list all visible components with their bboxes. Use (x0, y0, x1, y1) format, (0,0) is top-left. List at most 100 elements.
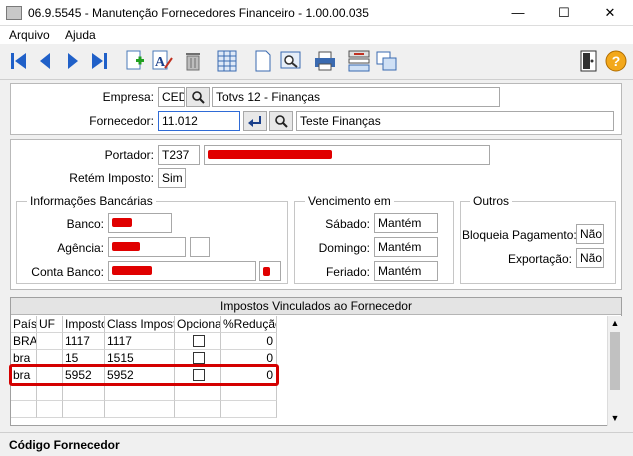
agencia-digit-field[interactable] (190, 237, 210, 257)
empty-cell[interactable] (11, 401, 37, 418)
fornecedor-code-field[interactable]: 11.012 (158, 111, 240, 131)
domingo-label: Domingo: (318, 241, 370, 255)
conta-digit-field[interactable] (259, 261, 281, 281)
sabado-field[interactable]: Mantém (374, 213, 438, 233)
exportacao-field[interactable]: Não (576, 248, 604, 268)
help-icon-label: ? (612, 53, 621, 69)
last-record-icon[interactable] (88, 50, 110, 72)
empty-cell[interactable] (37, 384, 63, 401)
search-icon (275, 115, 288, 128)
exportacao-label: Exportação: (507, 252, 572, 266)
retem-imposto-field[interactable]: Sim (158, 168, 186, 188)
column-header-opcional[interactable]: Opcional (175, 316, 221, 333)
fornecedor-search-button[interactable] (269, 111, 293, 131)
redaction-mark (112, 242, 140, 251)
minimize-button[interactable]: — (495, 0, 541, 26)
opcional-checkbox[interactable] (192, 335, 205, 347)
bloqueia-pagamento-field[interactable]: Não (576, 224, 604, 244)
feriado-field[interactable]: Mantém (374, 261, 438, 281)
new-record-icon[interactable] (124, 50, 146, 72)
empty-cell[interactable] (175, 401, 221, 418)
impostos-grid: Impostos Vinculados ao Fornecedor País U… (9, 297, 622, 426)
close-button[interactable]: ✕ (587, 0, 633, 26)
column-header-pais[interactable]: País (11, 316, 37, 333)
agencia-label: Agência: (57, 241, 104, 255)
search-icon (192, 91, 205, 104)
print-icon[interactable] (314, 50, 336, 72)
redaction-mark (208, 150, 332, 159)
banco-label: Banco: (66, 217, 104, 231)
copy-icon[interactable] (376, 50, 398, 72)
search-zoom-icon[interactable] (280, 50, 302, 72)
empty-cell[interactable] (105, 384, 175, 401)
first-record-icon[interactable] (8, 50, 30, 72)
bancarias-title: Informações Bancárias (27, 194, 156, 208)
cell-pais[interactable]: BRA (11, 333, 37, 350)
column-header-imposto[interactable]: Imposto (63, 316, 105, 333)
edit-text-icon[interactable]: A (152, 50, 174, 72)
scroll-up-icon[interactable]: ▲ (608, 316, 622, 330)
window-title: 06.9.5545 - Manutenção Fornecedores Fina… (28, 6, 369, 20)
redaction-mark (263, 267, 270, 276)
cell-opcional[interactable] (175, 333, 221, 350)
outros-title: Outros (470, 194, 513, 208)
menu-arquivo[interactable]: Arquivo (9, 28, 50, 42)
empty-cell[interactable] (221, 401, 277, 418)
empresa-search-button[interactable] (186, 87, 210, 107)
sabado-label: Sábado: (325, 217, 370, 231)
menu-bar: Arquivo Ajuda (0, 26, 633, 44)
next-record-icon[interactable] (62, 50, 84, 72)
portador-code-field[interactable]: T237 (158, 145, 200, 165)
cell-reducao[interactable]: 0 (221, 333, 277, 350)
redaction-mark (112, 218, 132, 227)
agencia-field[interactable] (108, 237, 186, 257)
status-bar: Código Fornecedor (0, 432, 633, 456)
menu-ajuda[interactable]: Ajuda (65, 28, 96, 42)
compare-icon[interactable] (348, 50, 370, 72)
conta-banco-field[interactable] (108, 261, 256, 281)
fornecedor-label: Fornecedor: (89, 114, 154, 128)
cell-class-imposto[interactable]: 1117 (105, 333, 175, 350)
redaction-mark (112, 266, 152, 275)
fornecedor-name-field: Teste Finanças (296, 111, 614, 131)
exit-door-icon[interactable] (578, 50, 600, 72)
fornecedor-enter-button[interactable] (243, 111, 267, 131)
feriado-label: Feriado: (325, 265, 370, 279)
app-icon (6, 6, 22, 20)
svg-text:A: A (155, 55, 166, 70)
column-header-uf[interactable]: UF (37, 316, 63, 333)
column-header-class-imposto[interactable]: Class Imposto (105, 316, 175, 333)
domingo-field[interactable]: Mantém (374, 237, 438, 257)
title-bar: 06.9.5545 - Manutenção Fornecedores Fina… (0, 0, 633, 26)
grid-scrollbar[interactable]: ▲ ▼ (607, 316, 622, 426)
delete-icon[interactable] (182, 50, 204, 72)
empty-cell[interactable] (221, 384, 277, 401)
help-icon[interactable]: ? (605, 50, 627, 72)
vencimento-title: Vencimento em (305, 194, 394, 208)
portador-label: Portador: (104, 148, 154, 162)
cell-imposto[interactable]: 1117 (63, 333, 105, 350)
empresa-code-field[interactable]: CED (158, 87, 185, 107)
empty-cell[interactable] (63, 401, 105, 418)
conta-banco-label: Conta Banco: (31, 265, 104, 279)
document-icon[interactable] (252, 50, 274, 72)
grid-title: Impostos Vinculados ao Fornecedor (11, 298, 621, 315)
empty-cell[interactable] (11, 384, 37, 401)
column-header-reducao[interactable]: %Redução (221, 316, 277, 333)
list-icon[interactable] (216, 50, 238, 72)
maximize-button[interactable]: ☐ (541, 0, 587, 26)
empty-cell[interactable] (37, 401, 63, 418)
enter-arrow-icon (248, 116, 261, 127)
row-highlight-box (9, 364, 279, 386)
empty-cell[interactable] (105, 401, 175, 418)
empty-cell[interactable] (63, 384, 105, 401)
toolbar: A ? (0, 44, 633, 80)
cell-uf[interactable] (37, 333, 63, 350)
opcional-checkbox[interactable] (192, 352, 205, 364)
scroll-thumb[interactable] (610, 332, 620, 390)
previous-record-icon[interactable] (34, 50, 56, 72)
portador-name-field (204, 145, 490, 165)
banco-field[interactable] (108, 213, 172, 233)
scroll-down-icon[interactable]: ▼ (608, 411, 622, 425)
empty-cell[interactable] (175, 384, 221, 401)
